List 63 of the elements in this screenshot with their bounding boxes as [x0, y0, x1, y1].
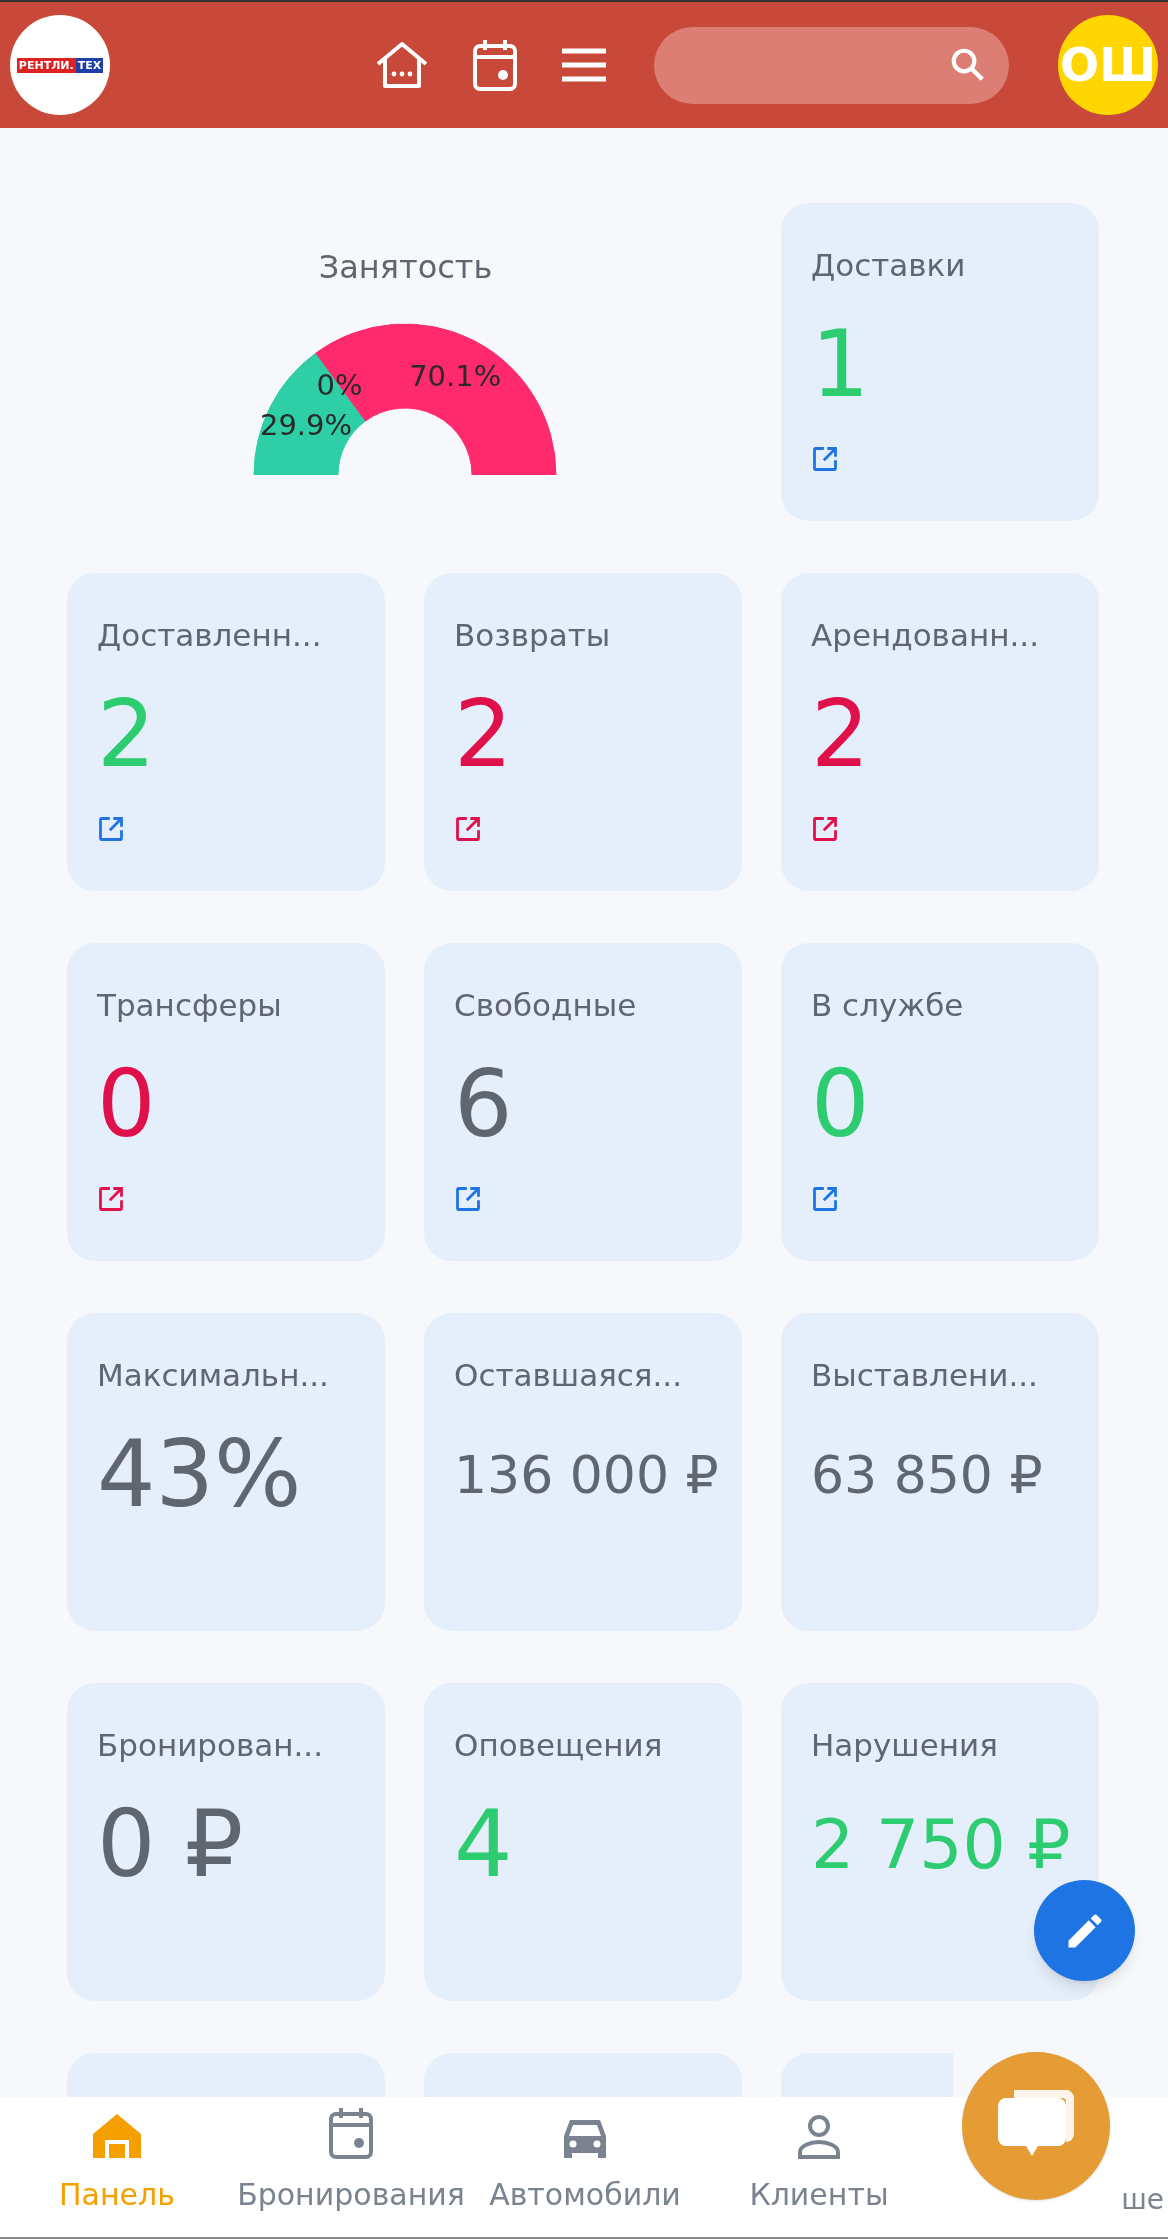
card-value: 0: [97, 1059, 156, 1151]
card-value: 4: [454, 1799, 513, 1891]
card-title: Свободные: [454, 986, 638, 1025]
stat-card[interactable]: Выставлени... 63 850 ₽: [781, 1313, 1099, 1631]
external-link-icon[interactable]: [454, 815, 482, 843]
logo[interactable]: РЕНТЛИ. ТЕХ: [10, 15, 110, 115]
card-value: 6: [454, 1059, 513, 1151]
stat-card[interactable]: Нарушения 2 750 ₽: [781, 1683, 1099, 2001]
card-value: 63 850 ₽: [811, 1449, 1043, 1501]
card-value: 2: [811, 689, 870, 781]
card-value: 136 000 ₽: [454, 1449, 719, 1501]
stat-card[interactable]: Арендованн... 2: [781, 573, 1099, 891]
data-label: 29.9%: [259, 407, 353, 442]
stat-card[interactable]: Свободные 6: [424, 943, 742, 1261]
nav-tab[interactable]: ше: [1121, 2183, 1164, 2217]
logo-text: РЕНТЛИ.: [16, 57, 76, 73]
person-icon: [797, 2114, 841, 2160]
card-value: 0: [811, 1059, 870, 1151]
card-title: Выставлени...: [811, 1356, 1039, 1395]
card-title: В службе: [811, 986, 965, 1025]
external-link-icon[interactable]: [97, 1185, 125, 1213]
external-link-icon[interactable]: [811, 445, 839, 473]
logo-text: ТЕХ: [75, 57, 104, 73]
stat-card[interactable]: Оставшаяся... 136 000 ₽: [424, 1313, 742, 1631]
nav-tab[interactable]: Автомобили: [468, 2097, 702, 2237]
external-link-icon[interactable]: [97, 815, 125, 843]
nav-tab[interactable]: Клиенты: [702, 2097, 936, 2237]
card-value: 0 ₽: [97, 1799, 244, 1891]
card-title: Бронирован...: [97, 1726, 325, 1765]
external-link-icon[interactable]: [811, 1185, 839, 1213]
stat-card[interactable]: Трансферы 0: [67, 943, 385, 1261]
external-link-icon[interactable]: [811, 815, 839, 843]
stat-card[interactable]: Доставки 1: [781, 203, 1099, 521]
card-value: 2: [454, 689, 513, 781]
external-link-icon[interactable]: [454, 1185, 482, 1213]
home-icon: [91, 2112, 143, 2160]
card-title: Нарушения: [811, 1726, 999, 1765]
search-icon: [949, 46, 987, 84]
card-title: Трансферы: [97, 986, 283, 1025]
home-icon[interactable]: [374, 40, 430, 90]
card-value: 43%: [97, 1429, 302, 1521]
stat-card[interactable]: Возвраты 2: [424, 573, 742, 891]
card-title: Оповещения: [454, 1726, 664, 1765]
card-title: Доставки: [811, 246, 967, 285]
data-label: 70.1%: [409, 359, 502, 393]
card-title: Оставшаяся...: [454, 1356, 684, 1395]
stat-card[interactable]: Бронирован... 0 ₽: [67, 1683, 385, 2001]
card-title: Максимальн...: [97, 1356, 330, 1395]
stat-card[interactable]: Оповещения 4: [424, 1683, 742, 2001]
stat-card[interactable]: Максимальн... 43%: [67, 1313, 385, 1631]
card-value: 1: [811, 319, 870, 411]
stat-card[interactable]: В службе 0: [781, 943, 1099, 1261]
card-title: Возвраты: [454, 616, 612, 655]
card-value: 2 750 ₽: [811, 1811, 1071, 1879]
card-value: 2: [97, 689, 156, 781]
menu-icon[interactable]: [560, 47, 608, 83]
nav-tab[interactable]: Бронирования: [234, 2097, 468, 2237]
card-title: Доставленн...: [97, 616, 323, 655]
chart-title: Занятость: [318, 247, 493, 288]
calendar-icon[interactable]: [472, 38, 518, 92]
stat-card[interactable]: Доставленн... 2: [67, 573, 385, 891]
calendar-icon: [328, 2106, 374, 2160]
card-title: Арендованн...: [811, 616, 1040, 655]
